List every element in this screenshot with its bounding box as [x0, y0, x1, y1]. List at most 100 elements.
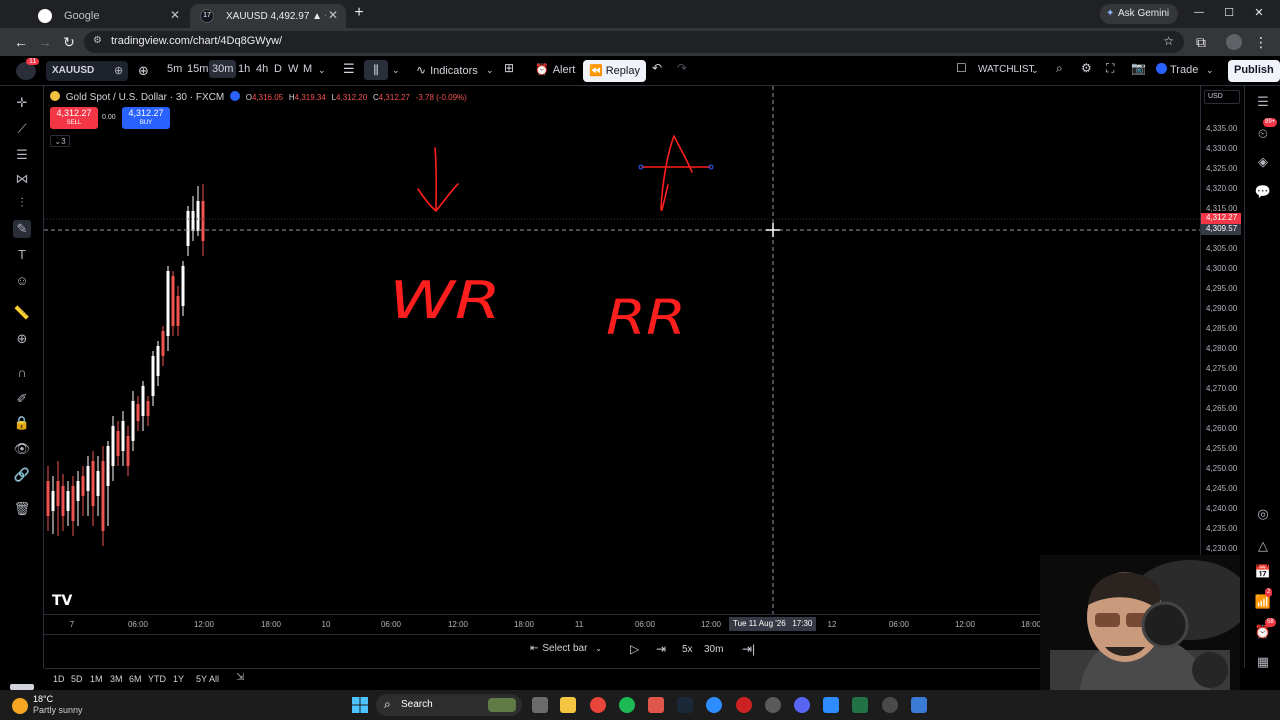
- bar-style-icon[interactable]: ☰: [343, 61, 355, 77]
- settings-gear-icon[interactable]: ⚙: [1081, 61, 1092, 75]
- currency-selector[interactable]: USD: [1204, 90, 1240, 104]
- close-tab-icon[interactable]: ✕: [170, 8, 180, 22]
- eye-icon[interactable]: 👁: [13, 440, 31, 458]
- close-tab-icon[interactable]: ✕: [328, 8, 338, 22]
- ideas-icon[interactable]: ⏰ 58: [1253, 618, 1276, 642]
- goto-date-icon[interactable]: ⇲: [236, 672, 244, 683]
- ruler-tool-icon[interactable]: 📏: [13, 304, 31, 322]
- tab-google[interactable]: Google ✕: [28, 4, 188, 28]
- chevron-down-icon[interactable]: ⌄: [486, 65, 494, 76]
- chevron-down-icon[interactable]: ⌄: [1031, 65, 1039, 76]
- compare-icon[interactable]: ⊕: [138, 63, 149, 79]
- candles-icon[interactable]: ⫼: [364, 60, 388, 80]
- profile-avatar[interactable]: [1226, 34, 1242, 50]
- file-explorer-icon[interactable]: [560, 697, 576, 713]
- new-tab-icon[interactable]: +: [350, 4, 368, 22]
- redo-icon[interactable]: ↷: [677, 61, 687, 75]
- chevron-down-icon[interactable]: ⌄: [1206, 65, 1214, 76]
- range-1m[interactable]: 1M: [90, 674, 103, 684]
- calendar-icon[interactable]: 📅: [1253, 562, 1273, 582]
- down-arrow-drawing[interactable]: [417, 147, 459, 212]
- telegram-icon[interactable]: [648, 697, 664, 713]
- replay-interval[interactable]: 30m: [704, 644, 723, 655]
- fullscreen-icon[interactable]: ⛶: [1106, 61, 1114, 76]
- interval-4h[interactable]: 4h: [256, 63, 268, 75]
- layers-icon[interactable]: ◈: [1253, 152, 1273, 172]
- pattern-tool-icon[interactable]: ⋈: [13, 170, 31, 188]
- user-avatar[interactable]: 11: [16, 58, 40, 80]
- drawing-text-rr[interactable]: RR: [606, 290, 686, 346]
- select-bar-button[interactable]: ⇤ Select bar ⌄: [530, 643, 602, 654]
- text-tool-icon[interactable]: T: [13, 246, 31, 264]
- symbol-info-icon[interactable]: ⊕: [114, 64, 123, 77]
- taskbar-search-box[interactable]: ⌕ Search: [376, 694, 522, 716]
- weather-description[interactable]: Partly sunny: [33, 705, 83, 715]
- extensions-icon[interactable]: ⧉: [1192, 33, 1210, 51]
- app-blue-icon[interactable]: [911, 697, 927, 713]
- range-5y[interactable]: 5Y: [196, 674, 207, 684]
- stay-in-drawing-icon[interactable]: ✐: [13, 390, 31, 408]
- steam-icon[interactable]: [677, 697, 693, 713]
- app-extra-icon[interactable]: [882, 697, 898, 713]
- interval-30m[interactable]: 30m: [209, 60, 237, 78]
- apps-grid-icon[interactable]: ▦: [1253, 652, 1273, 672]
- app-red-icon[interactable]: [736, 697, 752, 713]
- omnibox[interactable]: ⚙ tradingview.com/chart/4Dq8GWyw/ ☆: [84, 31, 1184, 53]
- layout-icon[interactable]: ⊞: [504, 61, 514, 75]
- windows-start-icon[interactable]: [352, 697, 368, 713]
- trend-line-tool-icon[interactable]: ⟋: [13, 120, 31, 138]
- interval-D[interactable]: D: [274, 63, 282, 75]
- minimize-button[interactable]: —: [1190, 4, 1208, 22]
- emoji-tool-icon[interactable]: ☺: [13, 272, 31, 290]
- discord-icon[interactable]: [794, 697, 810, 713]
- quick-search-icon[interactable]: ⌕: [1056, 61, 1063, 76]
- trash-icon[interactable]: 🗑: [13, 500, 31, 518]
- range-6m[interactable]: 6M: [129, 674, 142, 684]
- buy-button[interactable]: 4,312.27 BUY: [122, 107, 170, 129]
- weather-temperature[interactable]: 18°C: [33, 694, 53, 704]
- interval-5m[interactable]: 5m: [167, 63, 182, 75]
- app-gray-icon[interactable]: [765, 697, 781, 713]
- zoom-in-icon[interactable]: ⊕: [13, 330, 31, 348]
- maximize-button[interactable]: ☐: [1220, 4, 1238, 22]
- publish-button[interactable]: Publish: [1228, 60, 1280, 82]
- watchlist-icon[interactable]: ☰: [1253, 92, 1273, 112]
- indicators-button[interactable]: ∿ Indicators: [416, 63, 478, 77]
- lock-icon[interactable]: 🔒: [13, 414, 31, 432]
- url-text[interactable]: tradingview.com/chart/4Dq8GWyw/: [111, 35, 282, 47]
- freehand-drawings[interactable]: [417, 135, 714, 212]
- forward-icon[interactable]: →: [36, 33, 54, 51]
- range-1y[interactable]: 1Y: [173, 674, 184, 684]
- chevron-down-icon[interactable]: ⌄: [392, 65, 400, 76]
- watchlist-button[interactable]: WATCHLIST: [978, 64, 1035, 75]
- interval-W[interactable]: W: [288, 63, 298, 75]
- chrome-icon[interactable]: [590, 697, 606, 713]
- drawing-text-wr[interactable]: WR: [389, 271, 501, 331]
- signal-icon[interactable]: 📶 2: [1253, 588, 1273, 612]
- magnet-icon[interactable]: ∩: [13, 364, 31, 382]
- interval-15m[interactable]: 15m: [187, 63, 208, 75]
- alert-button[interactable]: ⏰ Alert: [535, 63, 575, 76]
- spotify-icon[interactable]: [619, 697, 635, 713]
- collapse-legend-button[interactable]: ⌄3: [50, 135, 70, 147]
- range-5d[interactable]: 5D: [71, 674, 83, 684]
- jump-to-realtime-icon[interactable]: ⇥|: [742, 642, 755, 656]
- pine-editor-icon[interactable]: △: [1253, 536, 1273, 556]
- tab-tradingview[interactable]: 17 XAUUSD 4,492.97 ▲ +3.66% W ✕: [190, 4, 346, 28]
- camera-icon[interactable]: 📷: [1131, 61, 1146, 75]
- sell-button[interactable]: 4,312.27 SELL: [50, 107, 98, 129]
- price-axis[interactable]: USD 4,335.00 4,330.00 4,325.00 4,320.00 4,31…: [1200, 86, 1244, 614]
- excel-icon[interactable]: [852, 697, 868, 713]
- play-icon[interactable]: ▷: [630, 642, 639, 656]
- alerts-clock-icon[interactable]: ⏲ 99+: [1253, 118, 1278, 144]
- fib-tool-icon[interactable]: ☰: [13, 146, 31, 164]
- range-all[interactable]: All: [209, 674, 219, 684]
- undo-icon[interactable]: ↶: [652, 61, 662, 75]
- site-info-icon[interactable]: ⚙: [93, 35, 102, 46]
- reload-icon[interactable]: ↻: [60, 33, 78, 51]
- brush-tool-icon[interactable]: ✎: [13, 220, 31, 238]
- app-icon[interactable]: [706, 697, 722, 713]
- chevron-down-icon[interactable]: ⌄: [318, 65, 326, 76]
- zoom-icon[interactable]: [823, 697, 839, 713]
- interval-1h[interactable]: 1h: [238, 63, 250, 75]
